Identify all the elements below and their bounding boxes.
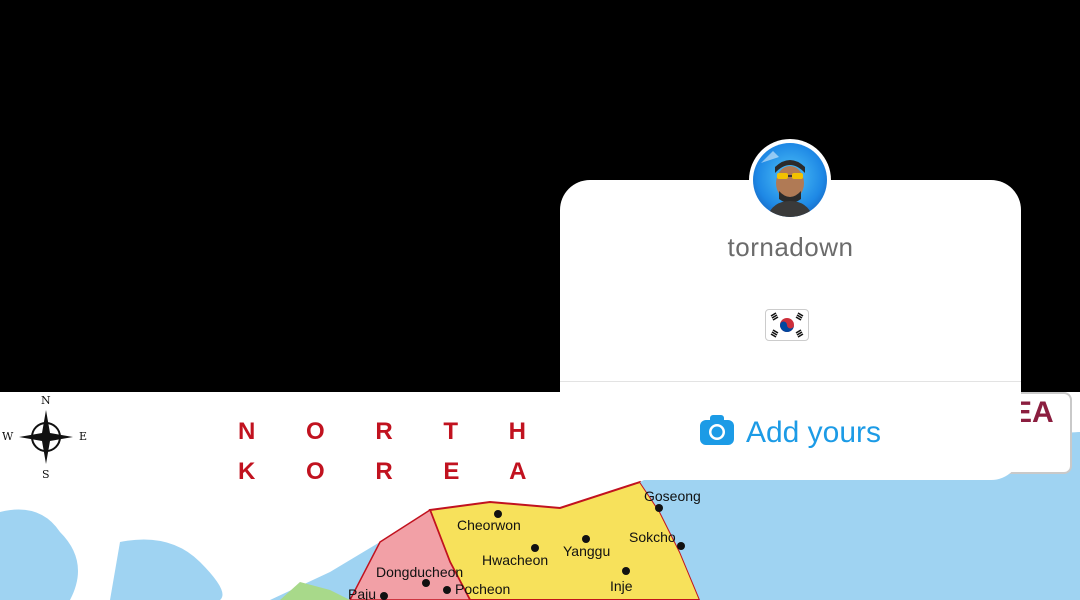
city-dot (582, 535, 590, 543)
add-yours-label: Add yours (745, 415, 882, 449)
city-dot (422, 579, 430, 587)
username-label[interactable]: tornadown (560, 232, 1021, 263)
compass-west: W (2, 430, 14, 443)
compass-east: E (79, 430, 88, 443)
card-divider (560, 381, 1021, 382)
city-sokcho: Sokcho (629, 529, 676, 545)
city-dot (380, 592, 388, 600)
south-korea-flag-icon (765, 309, 809, 341)
compass-south: S (42, 468, 50, 481)
city-dot (531, 544, 539, 552)
city-dongducheon: Dongducheon (376, 564, 464, 580)
city-goseong: Goseong (644, 488, 701, 504)
city-dot (622, 567, 630, 575)
north-label: N O R T H (238, 418, 548, 445)
city-cheorwon: Cheorwon (457, 517, 521, 533)
add-yours-button[interactable]: Add yours (560, 385, 1021, 480)
avatar-ring[interactable] (749, 139, 831, 221)
avatar (753, 143, 827, 217)
city-paju: Paju (348, 586, 377, 600)
camera-icon (699, 415, 734, 450)
city-yanggu: Yanggu (563, 543, 611, 559)
compass-north: N (41, 394, 51, 407)
korea-label: K O R E A (238, 458, 549, 485)
city-dot (677, 542, 685, 550)
city-inje: Inje (610, 578, 633, 594)
city-hwacheon: Hwacheon (482, 552, 549, 568)
add-yours-sticker[interactable]: tornadown Add yours (560, 180, 1021, 480)
city-dot (655, 504, 663, 512)
city-pocheon: Pocheon (455, 581, 511, 597)
city-dot (443, 586, 451, 594)
